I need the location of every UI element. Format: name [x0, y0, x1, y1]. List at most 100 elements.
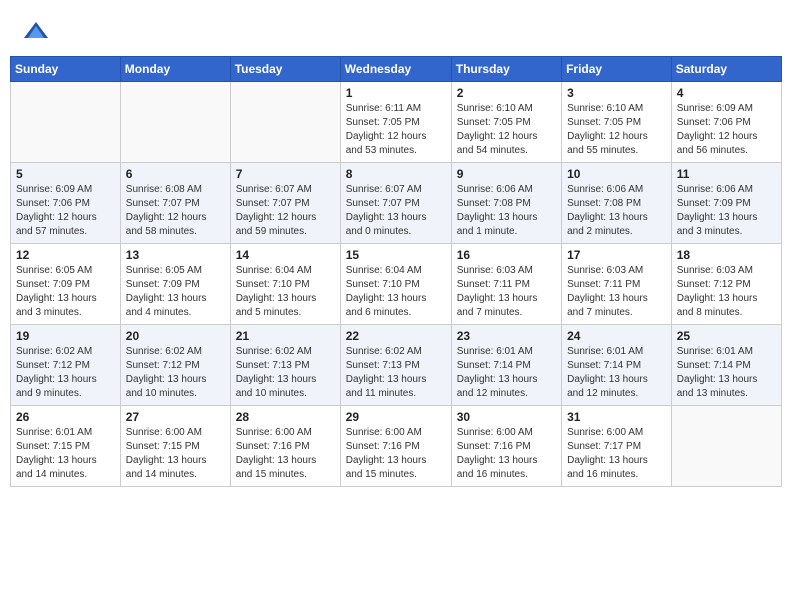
calendar-cell	[671, 406, 781, 487]
cell-info: Sunrise: 6:01 AM Sunset: 7:14 PM Dayligh…	[567, 345, 666, 401]
calendar-cell: 18 Sunrise: 6:03 AM Sunset: 7:12 PM Dayli…	[671, 244, 781, 325]
calendar-cell: 9 Sunrise: 6:06 AM Sunset: 7:08 PM Daylig…	[451, 163, 561, 244]
calendar-cell: 7 Sunrise: 6:07 AM Sunset: 7:07 PM Daylig…	[230, 163, 340, 244]
cell-info: Sunrise: 6:00 AM Sunset: 7:16 PM Dayligh…	[457, 426, 556, 482]
day-number: 18	[677, 248, 776, 262]
cell-info: Sunrise: 6:03 AM Sunset: 7:11 PM Dayligh…	[457, 264, 556, 320]
cell-info: Sunrise: 6:10 AM Sunset: 7:05 PM Dayligh…	[567, 102, 666, 158]
weekday-header-wednesday: Wednesday	[340, 57, 451, 82]
calendar-cell	[11, 82, 121, 163]
logo-icon	[22, 18, 50, 46]
cell-info: Sunrise: 6:06 AM Sunset: 7:08 PM Dayligh…	[567, 183, 666, 239]
cell-info: Sunrise: 6:00 AM Sunset: 7:17 PM Dayligh…	[567, 426, 666, 482]
cell-info: Sunrise: 6:04 AM Sunset: 7:10 PM Dayligh…	[236, 264, 335, 320]
weekday-header-tuesday: Tuesday	[230, 57, 340, 82]
calendar-cell: 12 Sunrise: 6:05 AM Sunset: 7:09 PM Dayli…	[11, 244, 121, 325]
calendar-cell: 26 Sunrise: 6:01 AM Sunset: 7:15 PM Dayli…	[11, 406, 121, 487]
cell-info: Sunrise: 6:06 AM Sunset: 7:09 PM Dayligh…	[677, 183, 776, 239]
cell-info: Sunrise: 6:07 AM Sunset: 7:07 PM Dayligh…	[236, 183, 335, 239]
calendar-cell	[230, 82, 340, 163]
calendar-cell: 14 Sunrise: 6:04 AM Sunset: 7:10 PM Dayli…	[230, 244, 340, 325]
logo	[22, 18, 56, 46]
cell-info: Sunrise: 6:08 AM Sunset: 7:07 PM Dayligh…	[126, 183, 225, 239]
calendar-week-row: 5 Sunrise: 6:09 AM Sunset: 7:06 PM Daylig…	[11, 163, 782, 244]
calendar-cell: 6 Sunrise: 6:08 AM Sunset: 7:07 PM Daylig…	[120, 163, 230, 244]
calendar-cell: 20Sunrise: 6:02 AM Sunset: 7:12 PM Dayli…	[120, 325, 230, 406]
cell-info: Sunrise: 6:02 AM Sunset: 7:12 PM Dayligh…	[16, 345, 115, 401]
calendar-cell: 17Sunrise: 6:03 AM Sunset: 7:11 PM Dayli…	[562, 244, 672, 325]
calendar-cell: 27 Sunrise: 6:00 AM Sunset: 7:15 PM Dayli…	[120, 406, 230, 487]
day-number: 1	[346, 86, 446, 100]
day-number: 30	[457, 410, 556, 424]
cell-info: Sunrise: 6:00 AM Sunset: 7:15 PM Dayligh…	[126, 426, 225, 482]
cell-info: Sunrise: 6:03 AM Sunset: 7:12 PM Dayligh…	[677, 264, 776, 320]
calendar-cell: 31 Sunrise: 6:00 AM Sunset: 7:17 PM Dayli…	[562, 406, 672, 487]
cell-info: Sunrise: 6:01 AM Sunset: 7:14 PM Dayligh…	[457, 345, 556, 401]
calendar-cell: 11 Sunrise: 6:06 AM Sunset: 7:09 PM Dayli…	[671, 163, 781, 244]
calendar-cell: 28Sunrise: 6:00 AM Sunset: 7:16 PM Dayli…	[230, 406, 340, 487]
calendar-cell: 10 Sunrise: 6:06 AM Sunset: 7:08 PM Dayli…	[562, 163, 672, 244]
calendar-cell: 29 Sunrise: 6:00 AM Sunset: 7:16 PM Dayli…	[340, 406, 451, 487]
day-number: 11	[677, 167, 776, 181]
day-number: 9	[457, 167, 556, 181]
weekday-header-saturday: Saturday	[671, 57, 781, 82]
calendar-cell: 25Sunrise: 6:01 AM Sunset: 7:14 PM Dayli…	[671, 325, 781, 406]
day-number: 26	[16, 410, 115, 424]
day-number: 21	[236, 329, 335, 343]
day-number: 22	[346, 329, 446, 343]
day-number: 4	[677, 86, 776, 100]
calendar-week-row: 1 Sunrise: 6:11 AM Sunset: 7:05 PM Daylig…	[11, 82, 782, 163]
day-number: 8	[346, 167, 446, 181]
calendar-cell: 19 Sunrise: 6:02 AM Sunset: 7:12 PM Dayli…	[11, 325, 121, 406]
cell-info: Sunrise: 6:06 AM Sunset: 7:08 PM Dayligh…	[457, 183, 556, 239]
day-number: 10	[567, 167, 666, 181]
cell-info: Sunrise: 6:00 AM Sunset: 7:16 PM Dayligh…	[346, 426, 446, 482]
day-number: 5	[16, 167, 115, 181]
day-number: 19	[16, 329, 115, 343]
weekday-header-row: SundayMondayTuesdayWednesdayThursdayFrid…	[11, 57, 782, 82]
cell-info: Sunrise: 6:10 AM Sunset: 7:05 PM Dayligh…	[457, 102, 556, 158]
day-number: 15	[346, 248, 446, 262]
cell-info: Sunrise: 6:07 AM Sunset: 7:07 PM Dayligh…	[346, 183, 446, 239]
day-number: 14	[236, 248, 335, 262]
calendar-cell: 2 Sunrise: 6:10 AM Sunset: 7:05 PM Daylig…	[451, 82, 561, 163]
calendar-cell: 30 Sunrise: 6:00 AM Sunset: 7:16 PM Dayli…	[451, 406, 561, 487]
calendar-cell: 22 Sunrise: 6:02 AM Sunset: 7:13 PM Dayli…	[340, 325, 451, 406]
day-number: 27	[126, 410, 225, 424]
day-number: 29	[346, 410, 446, 424]
calendar-cell: 13 Sunrise: 6:05 AM Sunset: 7:09 PM Dayli…	[120, 244, 230, 325]
weekday-header-thursday: Thursday	[451, 57, 561, 82]
day-number: 24	[567, 329, 666, 343]
cell-info: Sunrise: 6:11 AM Sunset: 7:05 PM Dayligh…	[346, 102, 446, 158]
cell-info: Sunrise: 6:04 AM Sunset: 7:10 PM Dayligh…	[346, 264, 446, 320]
day-number: 13	[126, 248, 225, 262]
cell-info: Sunrise: 6:01 AM Sunset: 7:15 PM Dayligh…	[16, 426, 115, 482]
cell-info: Sunrise: 6:09 AM Sunset: 7:06 PM Dayligh…	[677, 102, 776, 158]
day-number: 31	[567, 410, 666, 424]
cell-info: Sunrise: 6:02 AM Sunset: 7:13 PM Dayligh…	[346, 345, 446, 401]
day-number: 20	[126, 329, 225, 343]
page-header	[10, 10, 782, 50]
calendar-cell: 15 Sunrise: 6:04 AM Sunset: 7:10 PM Dayli…	[340, 244, 451, 325]
cell-info: Sunrise: 6:09 AM Sunset: 7:06 PM Dayligh…	[16, 183, 115, 239]
cell-info: Sunrise: 6:05 AM Sunset: 7:09 PM Dayligh…	[126, 264, 225, 320]
calendar-week-row: 26 Sunrise: 6:01 AM Sunset: 7:15 PM Dayli…	[11, 406, 782, 487]
calendar-week-row: 19 Sunrise: 6:02 AM Sunset: 7:12 PM Dayli…	[11, 325, 782, 406]
day-number: 25	[677, 329, 776, 343]
cell-info: Sunrise: 6:02 AM Sunset: 7:13 PM Dayligh…	[236, 345, 335, 401]
calendar-cell	[120, 82, 230, 163]
day-number: 2	[457, 86, 556, 100]
calendar-cell: 5 Sunrise: 6:09 AM Sunset: 7:06 PM Daylig…	[11, 163, 121, 244]
day-number: 6	[126, 167, 225, 181]
day-number: 23	[457, 329, 556, 343]
calendar-cell: 3 Sunrise: 6:10 AM Sunset: 7:05 PM Daylig…	[562, 82, 672, 163]
calendar-cell: 8 Sunrise: 6:07 AM Sunset: 7:07 PM Daylig…	[340, 163, 451, 244]
day-number: 3	[567, 86, 666, 100]
weekday-header-monday: Monday	[120, 57, 230, 82]
weekday-header-sunday: Sunday	[11, 57, 121, 82]
calendar-table: SundayMondayTuesdayWednesdayThursdayFrid…	[10, 56, 782, 487]
day-number: 12	[16, 248, 115, 262]
day-number: 7	[236, 167, 335, 181]
cell-info: Sunrise: 6:05 AM Sunset: 7:09 PM Dayligh…	[16, 264, 115, 320]
calendar-cell: 16Sunrise: 6:03 AM Sunset: 7:11 PM Dayli…	[451, 244, 561, 325]
